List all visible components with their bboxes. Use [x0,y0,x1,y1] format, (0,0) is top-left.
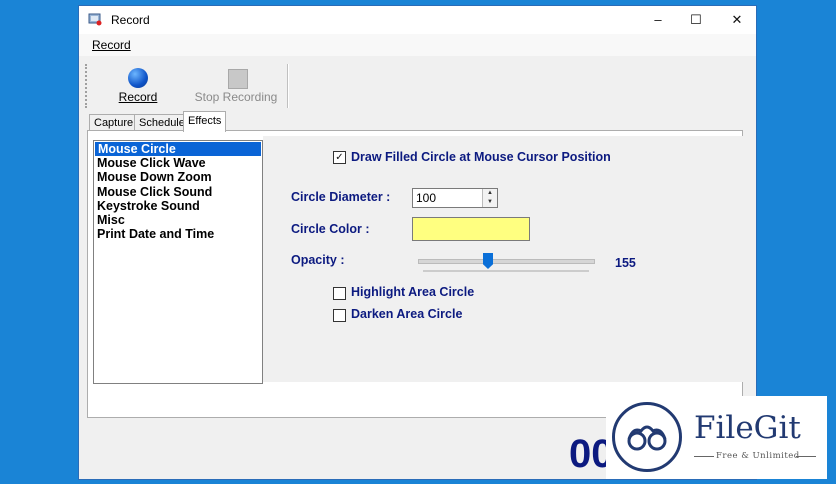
watermark-line-right [796,456,816,457]
stop-icon [228,69,248,89]
toolbar-grip[interactable] [85,64,89,108]
maximize-button[interactable]: ☐ [675,6,717,34]
toolbar-separator [287,64,289,108]
tab-effects[interactable]: Effects [183,111,227,132]
menu-bar: Record [79,34,756,56]
minimize-button[interactable]: – [637,6,679,34]
list-item[interactable]: Mouse Circle [95,142,261,157]
binoculars-icon [627,425,667,451]
list-item[interactable]: Mouse Click Sound [94,185,262,199]
highlight-area-label: Highlight Area Circle [351,285,475,299]
list-item[interactable]: Print Date and Time [94,227,262,241]
circle-diameter-label: Circle Diameter : [291,190,391,204]
stepper-down-icon[interactable]: ▼ [483,198,497,207]
darken-area-label: Darken Area Circle [351,307,463,321]
close-button[interactable]: ✕ [716,6,756,34]
app-icon [88,13,102,26]
tab-schedule[interactable]: Schedule [134,114,190,131]
highlight-area-checkbox[interactable] [333,287,346,300]
filegit-logo [612,402,682,472]
darken-area-checkbox[interactable] [333,309,346,322]
draw-filled-checkbox[interactable]: ✓ [333,151,346,164]
opacity-label: Opacity : [291,253,345,267]
window-title: Record [111,13,150,27]
opacity-slider-track[interactable] [418,259,595,264]
record-button[interactable]: Record [93,62,183,110]
stop-recording-button[interactable]: Stop Recording [191,62,281,110]
opacity-value: 155 [615,256,636,270]
list-item[interactable]: Keystroke Sound [94,199,262,213]
circle-diameter-value: 100 [416,191,437,205]
draw-filled-label: Draw Filled Circle at Mouse Cursor Posit… [351,150,611,164]
menu-record[interactable]: Record [92,38,131,52]
list-item[interactable]: Mouse Click Wave [94,156,262,170]
opacity-slider-ticks [423,270,589,272]
record-icon [128,68,148,88]
watermark-tagline: Free & Unlimited [716,451,800,461]
circle-diameter-stepper[interactable]: 100 ▲ ▼ [412,188,498,208]
watermark-line-left [694,456,714,457]
filegit-watermark: FileGit Free & Unlimited [606,396,827,479]
list-item[interactable]: Mouse Down Zoom [94,170,262,184]
stepper-up-icon[interactable]: ▲ [483,189,497,198]
record-button-label: Record [118,90,158,104]
toolbar: Record Stop Recording [79,56,756,114]
tab-capture[interactable]: Capture [89,114,139,131]
effects-list[interactable]: Mouse Circle Mouse Click Wave Mouse Down… [93,140,263,384]
stepper-buttons: ▲ ▼ [482,189,497,207]
watermark-brand: FileGit [694,410,801,446]
stop-recording-label: Stop Recording [194,90,278,104]
circle-color-swatch[interactable] [412,217,530,241]
list-item[interactable]: Misc [94,213,262,227]
title-bar[interactable]: Record – ☐ ✕ [79,6,756,34]
circle-color-label: Circle Color : [291,222,370,236]
